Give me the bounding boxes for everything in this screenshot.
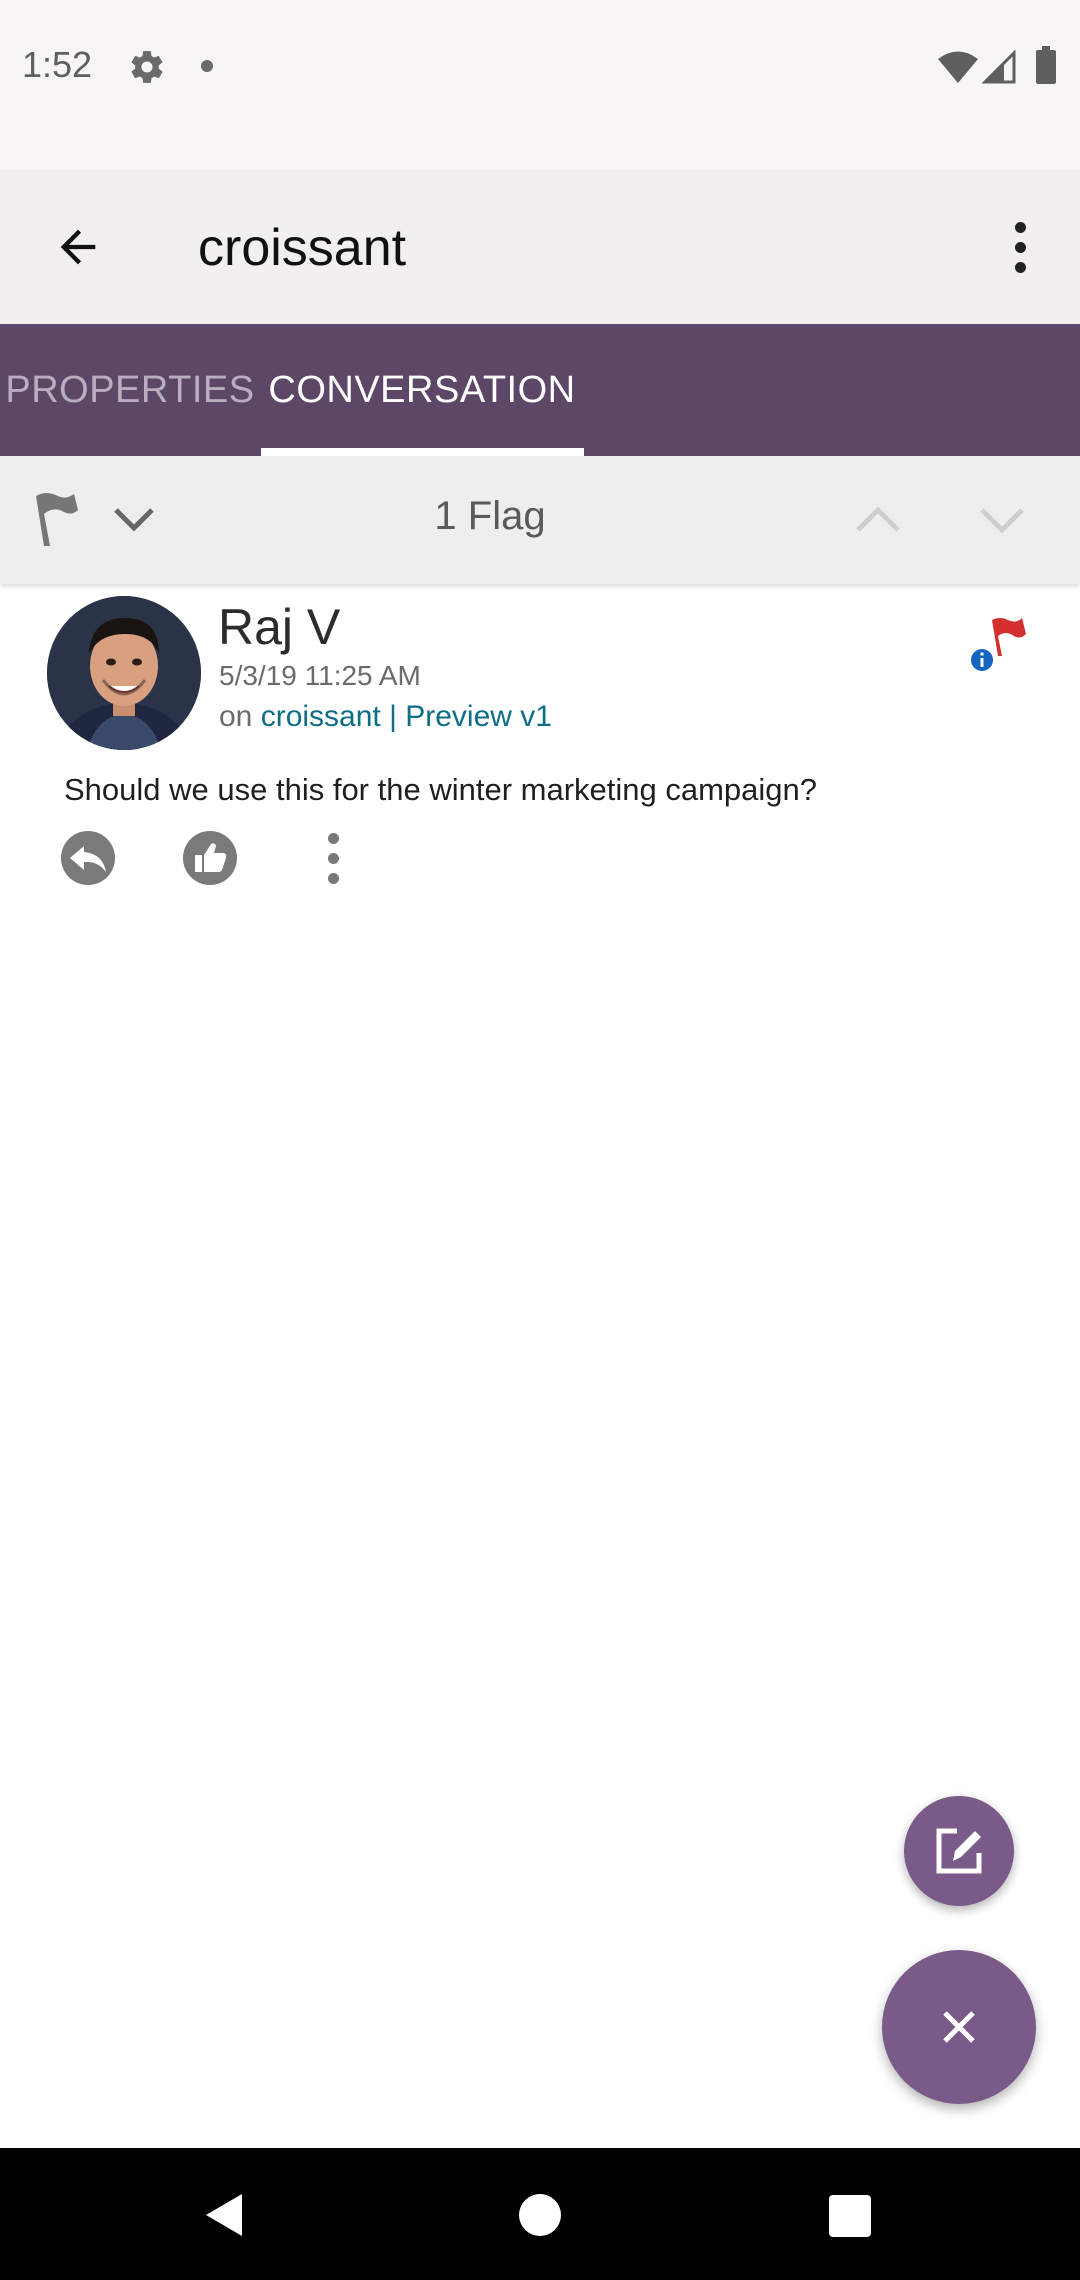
nav-recents-icon[interactable] [829,2195,871,2237]
more-vert-icon [1014,221,1026,233]
signal-icon [982,50,1016,84]
close-fab-button[interactable] [882,1950,1036,2104]
settings-icon [131,51,163,83]
status-time: 1:52 [22,44,93,85]
tab-bar: PROPERTIES CONVERSATION [0,324,1080,456]
comment-context: on croissant | Preview v1 [219,700,552,734]
system-nav-bar [0,2148,1080,2280]
battery-icon [1036,46,1056,84]
compose-icon [936,1828,982,1874]
comment-text: Should we use this for the winter market… [64,772,818,807]
thumb-up-icon[interactable] [182,830,238,886]
arrow-back-icon [60,229,96,265]
more-options-button[interactable] [990,205,1050,289]
chevron-down-icon[interactable] [110,500,158,540]
comment-timestamp: 5/3/19 11:25 AM [219,660,421,691]
page-title: croissant [198,219,407,277]
chevron-down-icon[interactable] [976,500,1028,540]
comment-item: Raj V 5/3/19 11:25 AM on croissant | Pre… [0,584,1080,914]
back-button[interactable] [36,205,120,289]
close-icon [943,2011,975,2043]
tab-properties[interactable]: PROPERTIES [0,324,260,456]
flag-info-icon[interactable] [970,616,1026,674]
comment-more-button[interactable] [316,830,350,886]
flag-icon[interactable] [30,490,78,548]
tab-conversation[interactable]: CONVERSATION [260,324,584,456]
nav-home-icon[interactable] [519,2194,561,2236]
comment-context-prefix: on [219,700,253,733]
status-bar: 1:52 [0,0,1080,170]
chevron-up-icon[interactable] [852,500,904,540]
avatar[interactable] [47,596,201,750]
comment-author[interactable]: Raj V [218,598,340,656]
notification-dot-icon [201,60,213,72]
flag-filter-bar: 1 Flag [0,456,1080,584]
wifi-icon [938,51,978,83]
tab-selected-indicator [261,448,584,456]
flag-count: 1 Flag [434,494,546,538]
compose-button[interactable] [904,1796,1014,1906]
avatar-image [47,596,201,750]
nav-back-icon[interactable] [200,2190,250,2240]
reply-icon[interactable] [60,830,116,886]
comment-context-link[interactable]: croissant | Preview v1 [261,700,552,733]
app-bar: croissant [0,170,1080,324]
more-vert-icon [327,832,339,844]
